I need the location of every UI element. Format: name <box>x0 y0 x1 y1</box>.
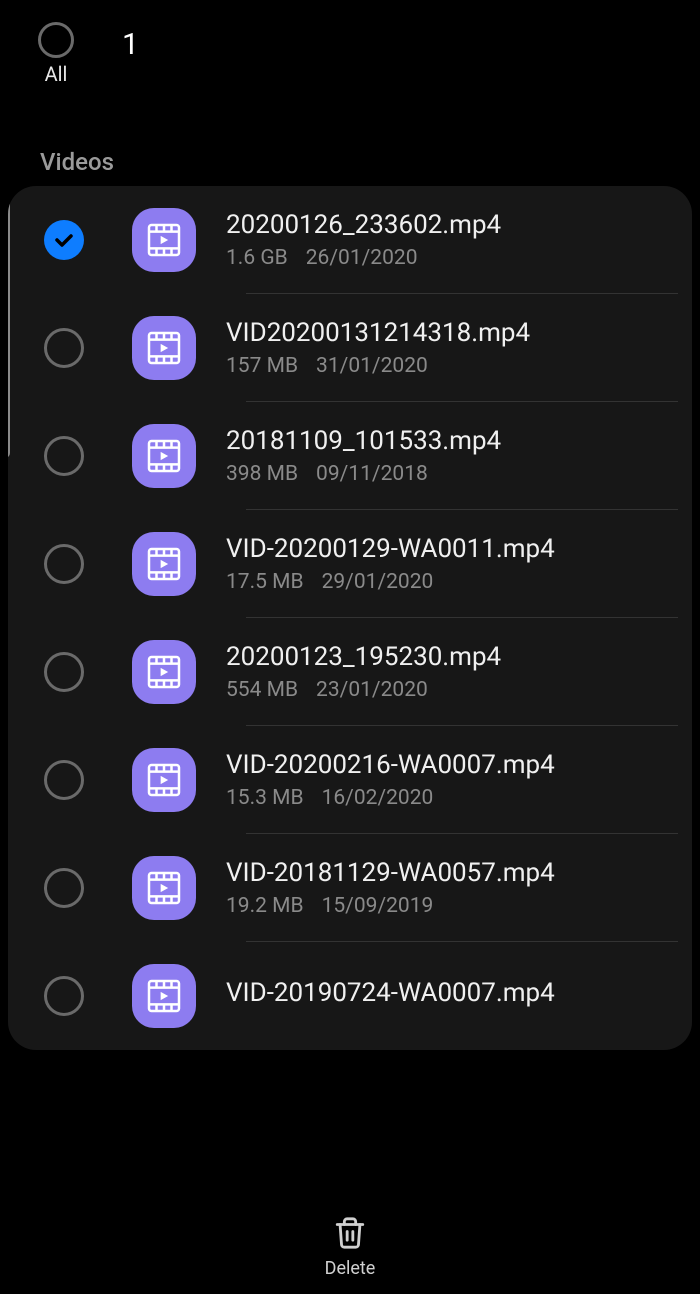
file-info: 20181109_101533.mp4 398 MB 09/11/2018 <box>226 426 678 486</box>
file-info: VID-20200216-WA0007.mp4 15.3 MB 16/02/2020 <box>226 750 678 810</box>
file-row[interactable]: VID20200131214318.mp4 157 MB 31/01/2020 <box>8 294 692 402</box>
file-size: 398 MB <box>226 462 298 486</box>
file-row[interactable]: VID-20181129-WA0057.mp4 19.2 MB 15/09/2019 <box>8 834 692 942</box>
file-info: 20200123_195230.mp4 554 MB 23/01/2020 <box>226 642 678 702</box>
file-date: 26/01/2020 <box>306 246 418 270</box>
file-meta: 398 MB 09/11/2018 <box>226 462 678 486</box>
select-all-button[interactable]: All <box>38 22 74 86</box>
file-date: 16/02/2020 <box>322 786 434 810</box>
file-info: VID20200131214318.mp4 157 MB 31/01/2020 <box>226 318 678 378</box>
file-info: VID-20181129-WA0057.mp4 19.2 MB 15/09/2019 <box>226 858 678 918</box>
selection-checkbox[interactable] <box>44 760 84 800</box>
file-date: 15/09/2019 <box>322 894 434 918</box>
file-row[interactable]: 20181109_101533.mp4 398 MB 09/11/2018 <box>8 402 692 510</box>
file-info: 20200126_233602.mp4 1.6 GB 26/01/2020 <box>226 210 678 270</box>
file-list: 20200126_233602.mp4 1.6 GB 26/01/2020 VID2… <box>8 186 692 1050</box>
file-name: VID-20200216-WA0007.mp4 <box>226 750 678 780</box>
file-row[interactable]: 20200126_233602.mp4 1.6 GB 26/01/2020 <box>8 186 692 294</box>
file-name: 20200123_195230.mp4 <box>226 642 678 672</box>
selection-checkbox[interactable] <box>44 328 84 368</box>
file-meta: 1.6 GB 26/01/2020 <box>226 246 678 270</box>
file-meta: 15.3 MB 16/02/2020 <box>226 786 678 810</box>
file-date: 31/01/2020 <box>316 354 428 378</box>
file-name: 20181109_101533.mp4 <box>226 426 678 456</box>
video-file-icon <box>132 640 196 704</box>
selection-checkbox[interactable] <box>44 868 84 908</box>
file-row[interactable]: 20200123_195230.mp4 554 MB 23/01/2020 <box>8 618 692 726</box>
file-meta: 157 MB 31/01/2020 <box>226 354 678 378</box>
file-date: 09/11/2018 <box>316 462 428 486</box>
file-row[interactable]: VID-20200129-WA0011.mp4 17.5 MB 29/01/2020 <box>8 510 692 618</box>
video-file-icon <box>132 856 196 920</box>
selection-checkbox[interactable] <box>44 436 84 476</box>
bottom-fade <box>8 1150 692 1200</box>
video-file-icon <box>132 748 196 812</box>
selection-checkbox[interactable] <box>44 220 84 260</box>
file-meta: 17.5 MB 29/01/2020 <box>226 570 678 594</box>
delete-label: Delete <box>325 1258 376 1279</box>
video-file-icon <box>132 208 196 272</box>
file-name: 20200126_233602.mp4 <box>226 210 678 240</box>
file-row[interactable]: VID-20200216-WA0007.mp4 15.3 MB 16/02/2020 <box>8 726 692 834</box>
selection-checkbox[interactable] <box>44 976 84 1016</box>
select-all-label: All <box>45 62 68 86</box>
file-info: VID-20200129-WA0011.mp4 17.5 MB 29/01/2020 <box>226 534 678 594</box>
file-size: 554 MB <box>226 678 298 702</box>
file-name: VID-20181129-WA0057.mp4 <box>226 858 678 888</box>
selected-count: 1 <box>122 27 139 62</box>
file-name: VID-20190724-WA0007.mp4 <box>226 978 678 1008</box>
file-name: VID-20200129-WA0011.mp4 <box>226 534 678 564</box>
file-name: VID20200131214318.mp4 <box>226 318 678 348</box>
file-meta: 19.2 MB 15/09/2019 <box>226 894 678 918</box>
file-info: VID-20190724-WA0007.mp4 <box>226 978 678 1014</box>
file-size: 19.2 MB <box>226 894 304 918</box>
file-size: 157 MB <box>226 354 298 378</box>
video-file-icon <box>132 316 196 380</box>
selection-checkbox[interactable] <box>44 652 84 692</box>
video-file-icon <box>132 964 196 1028</box>
file-date: 23/01/2020 <box>316 678 428 702</box>
selection-header: All 1 <box>0 0 700 96</box>
file-size: 17.5 MB <box>226 570 304 594</box>
select-all-circle-icon <box>38 22 74 58</box>
file-meta: 554 MB 23/01/2020 <box>226 678 678 702</box>
video-file-icon <box>132 424 196 488</box>
selection-checkbox[interactable] <box>44 544 84 584</box>
file-size: 1.6 GB <box>226 246 288 270</box>
trash-icon <box>333 1216 367 1254</box>
section-heading: Videos <box>40 148 700 176</box>
video-file-icon <box>132 532 196 596</box>
file-row[interactable]: VID-20190724-WA0007.mp4 <box>8 942 692 1050</box>
file-date: 29/01/2020 <box>322 570 434 594</box>
file-size: 15.3 MB <box>226 786 304 810</box>
delete-button[interactable]: Delete <box>0 1200 700 1294</box>
